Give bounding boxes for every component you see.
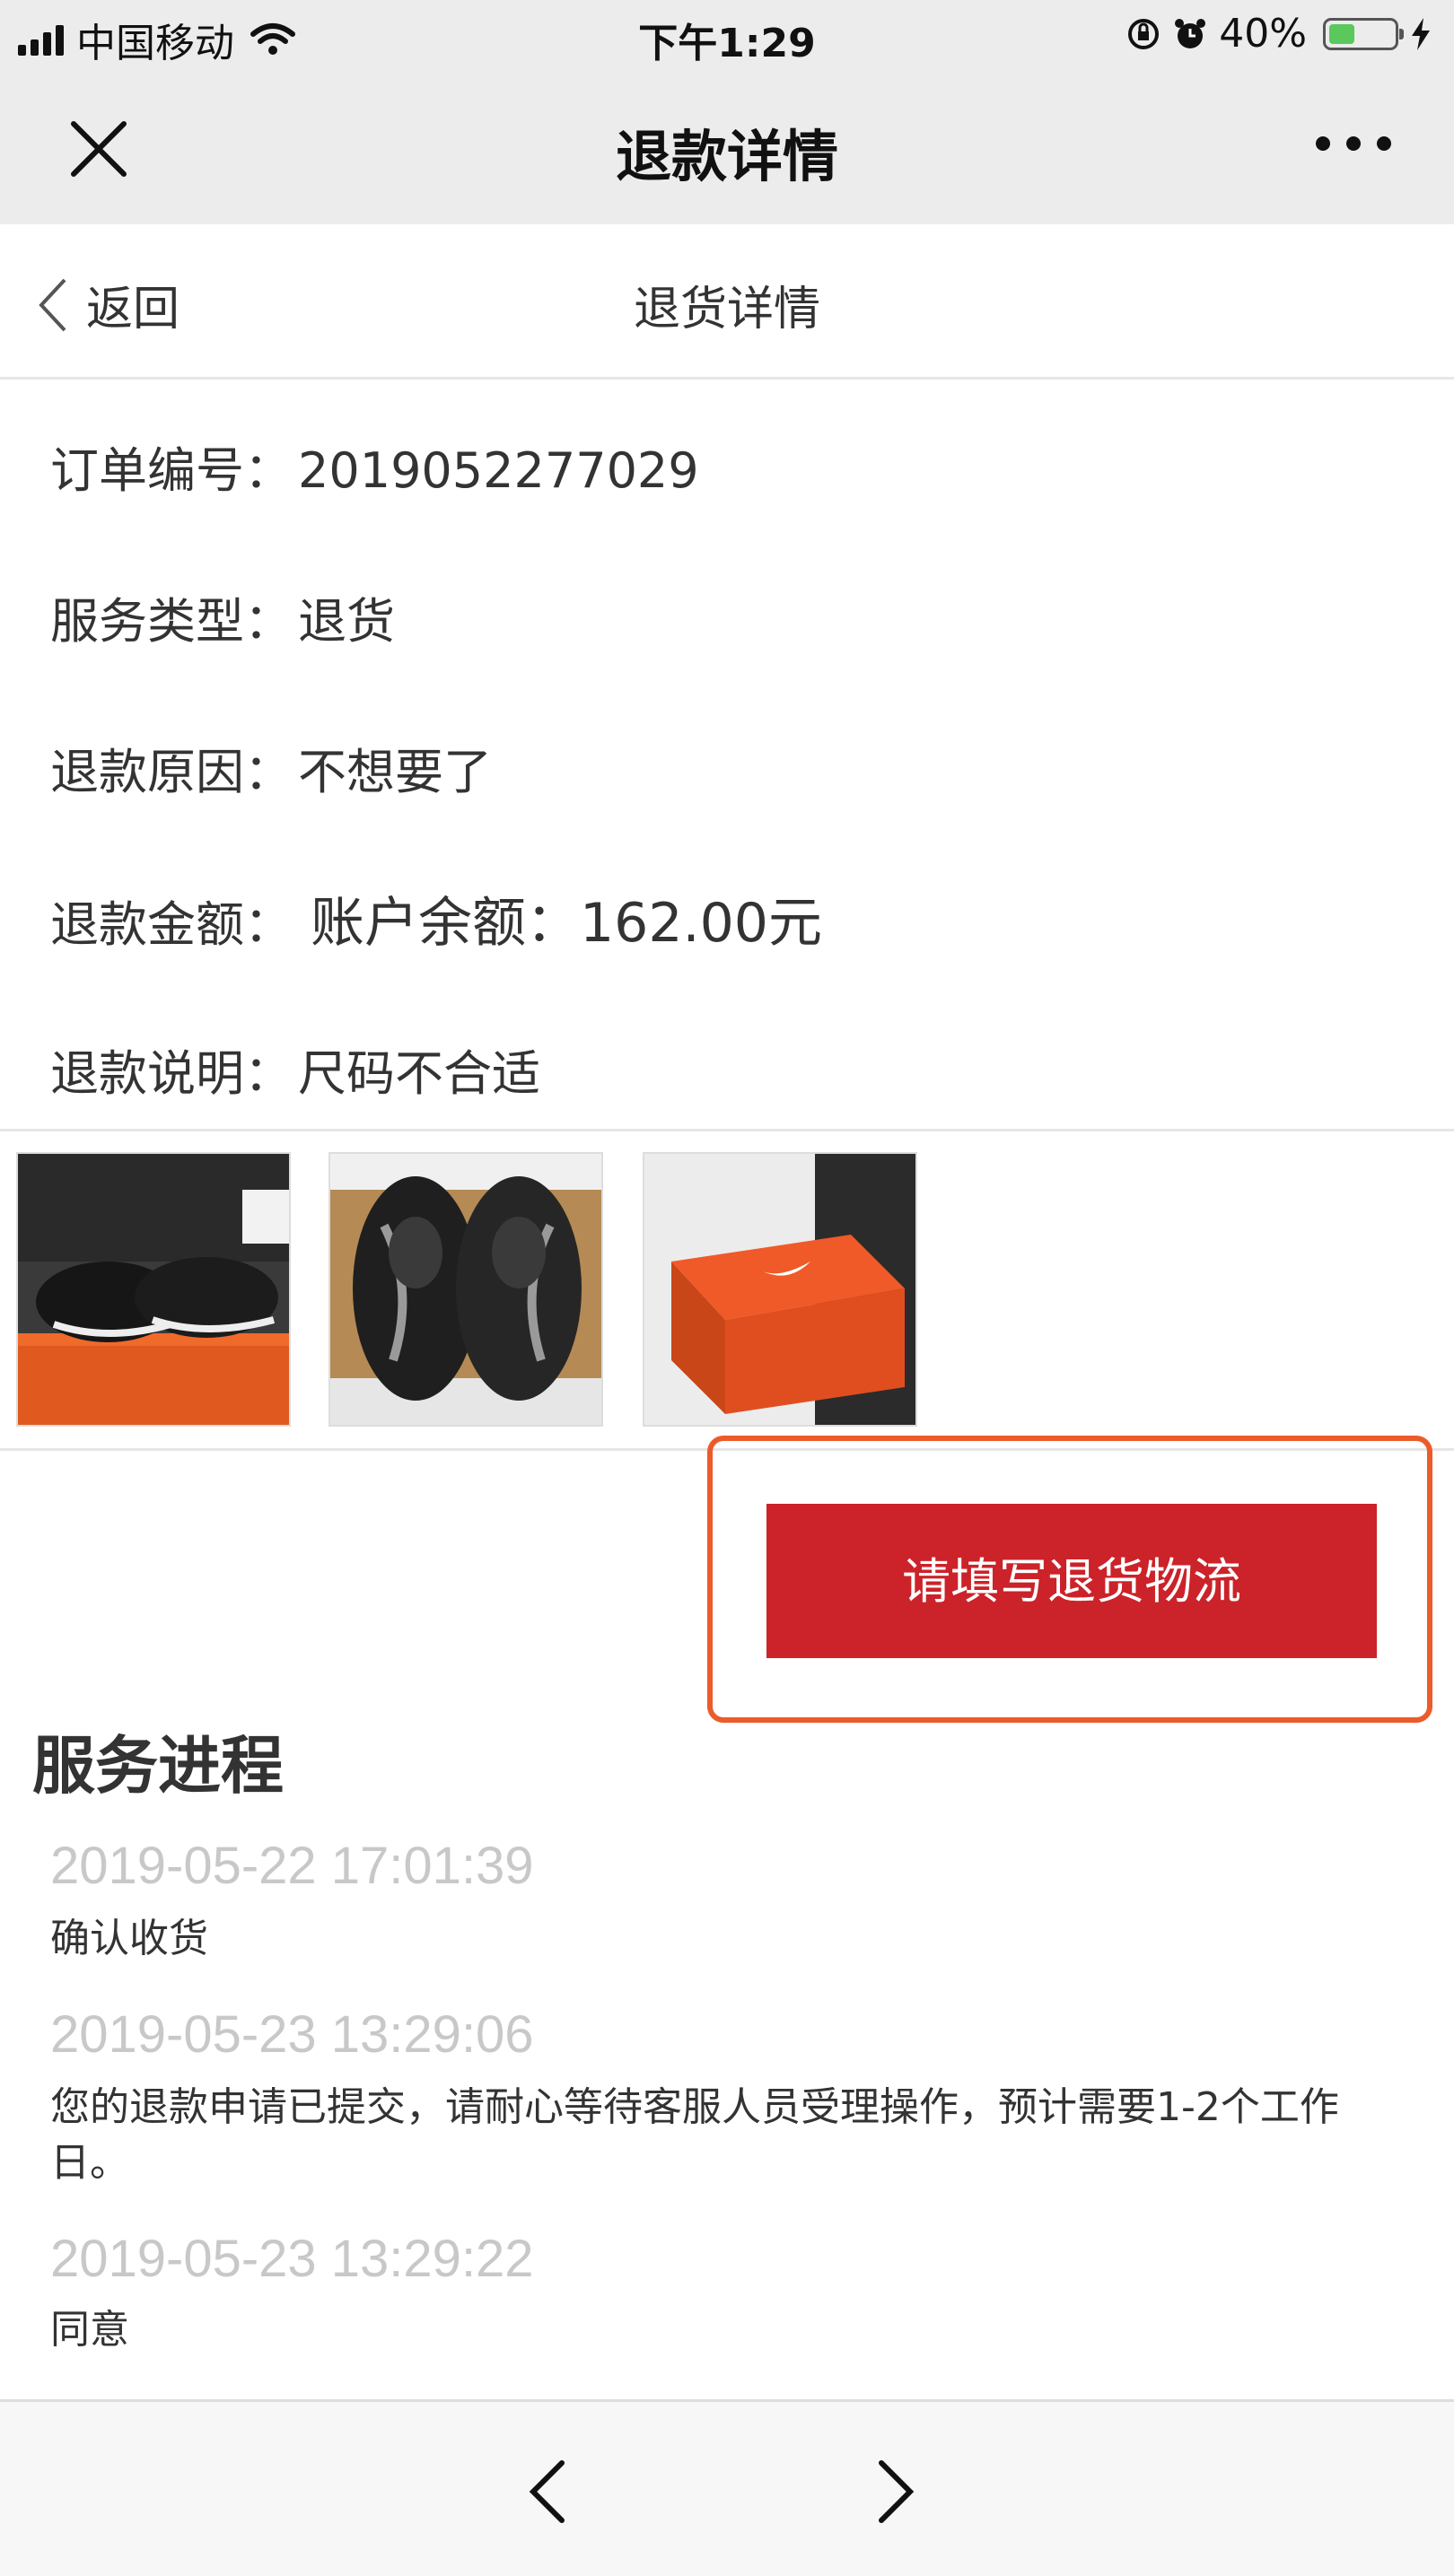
order-number-value: 2019052277029 xyxy=(298,442,699,499)
refund-amount-value: 账户余额：162.00元 xyxy=(311,892,822,955)
refund-reason-row: 退款原因： 不想要了 xyxy=(50,732,492,803)
refund-note-label: 退款说明： xyxy=(50,1045,293,1102)
service-type-value: 退货 xyxy=(298,593,395,650)
charging-icon xyxy=(1412,17,1430,50)
event-text: 您的退款申请已提交，请耐心等待客服人员受理操作，预计需要1-2个工作日。 xyxy=(50,2084,1339,2186)
refund-reason-value: 不想要了 xyxy=(298,744,492,800)
shoes-on-box-photo[interactable] xyxy=(16,1152,291,1427)
shoe-soles-photo[interactable] xyxy=(328,1152,603,1427)
service-type-label: 服务类型： xyxy=(50,593,293,650)
fill-logistics-button[interactable]: 请填写退货物流 xyxy=(766,1504,1377,1658)
chevron-left-icon[interactable] xyxy=(513,2456,585,2528)
battery-percent: 40% xyxy=(1219,11,1307,57)
refund-note-row: 退款说明： 尺码不合适 xyxy=(50,1034,540,1105)
sub-header: 返回 退货详情 xyxy=(0,224,1454,380)
alarm-icon xyxy=(1175,18,1206,48)
event-text: 确认收货 xyxy=(50,1916,208,1961)
battery-icon xyxy=(1323,17,1404,50)
refund-amount-label: 退款金额： xyxy=(50,896,293,953)
nav-bar: 退款详情 xyxy=(0,74,1454,224)
divider xyxy=(0,1129,1454,1131)
orientation-lock-icon xyxy=(1128,18,1160,49)
orange-shoebox-photo[interactable] xyxy=(643,1152,917,1427)
order-number-label: 订单编号： xyxy=(50,442,293,499)
event-time: 2019-05-23 13:29:06 xyxy=(50,2005,534,2064)
chevron-right-icon[interactable] xyxy=(858,2456,930,2528)
refund-reason-label: 退款原因： xyxy=(50,744,293,800)
page-title: 退款详情 xyxy=(615,124,838,189)
status-bar: 中国移动 下午1:29 40% xyxy=(0,0,1454,74)
refund-amount-row: 退款金额： 账户余额：162.00元 xyxy=(50,879,822,957)
bottom-toolbar xyxy=(0,2399,1454,2576)
more-icon[interactable] xyxy=(1316,136,1391,151)
event-time: 2019-05-23 13:29:22 xyxy=(50,2230,534,2288)
event-text: 同意 xyxy=(50,2307,129,2353)
order-number-row: 订单编号： 2019052277029 xyxy=(50,431,699,502)
progress-title: 服务进程 xyxy=(32,1729,284,1803)
service-type-row: 服务类型： 退货 xyxy=(50,581,395,652)
refund-note-value: 尺码不合适 xyxy=(298,1045,540,1102)
section-title: 退货详情 xyxy=(633,283,820,336)
event-time: 2019-05-22 17:01:39 xyxy=(50,1837,534,1895)
